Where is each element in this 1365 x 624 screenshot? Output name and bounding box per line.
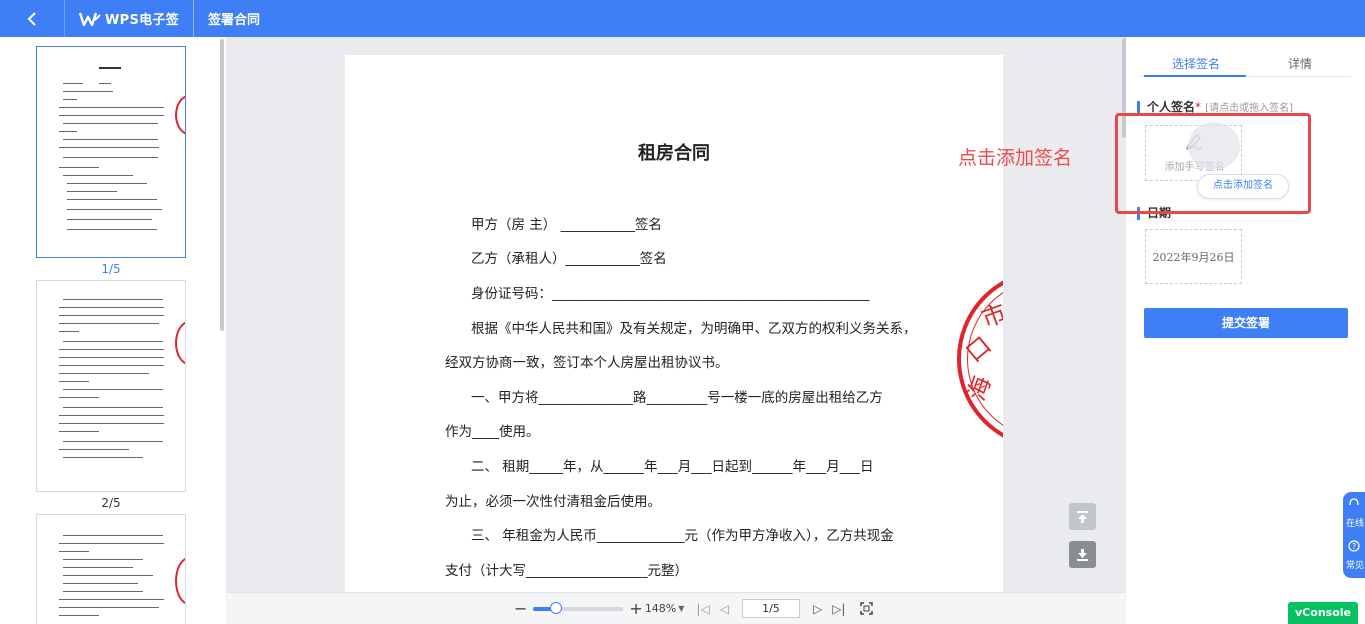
stamp-thumbnail: [175, 95, 185, 135]
tab-details[interactable]: 详情: [1288, 55, 1312, 72]
tab-select-signature[interactable]: 选择签名: [1172, 55, 1220, 72]
scroll-to-top-button[interactable]: [1069, 503, 1096, 530]
document-page: 租房合同 甲方（房 主） ___________签名 乙方（承租人）______…: [345, 55, 1003, 592]
thumbnail-sidebar: 1/5 2/5: [0, 37, 226, 624]
required-mark: *: [1195, 100, 1202, 114]
document-viewer: 租房合同 甲方（房 主） ___________签名 乙方（承租人）______…: [226, 37, 1126, 592]
thumbnail-page-3[interactable]: [36, 514, 186, 624]
faq-label: 常见: [1346, 561, 1365, 571]
wps-logo: WPS电子签: [79, 0, 195, 37]
headset-icon: [1349, 498, 1359, 506]
fullscreen-icon[interactable]: [860, 602, 874, 615]
thumbnail-scrollbar[interactable]: [220, 39, 224, 331]
doc-line-clause-3: 三、 年租金为人民币_____________元（作为甲方净收入），乙方共现金: [471, 528, 894, 544]
question-circle-icon: ?: [1348, 540, 1360, 552]
wps-logo-icon: [79, 12, 101, 26]
svg-text:?: ?: [1352, 542, 1356, 551]
thumbnail-page-2[interactable]: [36, 280, 186, 492]
zoom-out-button[interactable]: −: [514, 600, 527, 617]
zoom-slider[interactable]: [533, 601, 624, 614]
zoom-dropdown-icon[interactable]: ▼: [678, 604, 684, 613]
zoom-in-button[interactable]: +: [629, 600, 642, 617]
prev-page-button[interactable]: ◁: [720, 602, 729, 616]
arrow-down-to-line-icon: [1077, 548, 1088, 561]
thumbnail-label-2: 2/5: [101, 496, 121, 510]
doc-line-preamble-cont: 经双方协商一致，签订本个人房屋出租协议书。: [445, 355, 729, 371]
doc-line-tenant: 乙方（承租人）___________签名: [471, 251, 667, 267]
help-float-widget[interactable]: 在线 ? 常见: [1343, 492, 1365, 578]
document-title: 租房合同: [638, 143, 710, 164]
stamp-thumbnail: [175, 321, 185, 365]
active-tab-indicator: [1144, 75, 1246, 77]
app-header: WPS电子签 签署合同: [0, 0, 1365, 37]
doc-line-clause-3-cont: 支付（计大写__________________元整）: [445, 563, 688, 579]
doc-line-clause-2-cont: 为止，必须一次性付清租金后使用。: [445, 494, 661, 510]
first-page-button[interactable]: |◁: [696, 602, 709, 616]
panel-tabs: 选择签名 详情: [1140, 37, 1351, 77]
doc-line-clause-1-cont: 作为____使用。: [445, 424, 540, 440]
doc-line-clause-1: 一、甲方将______________路_________号一楼一底的房屋出租给…: [471, 390, 883, 406]
vconsole-button[interactable]: vConsole: [1288, 602, 1358, 624]
scroll-to-bottom-button[interactable]: [1069, 541, 1096, 568]
personal-signature-title: 个人签名: [1147, 100, 1196, 114]
arrow-up-to-line-icon: [1077, 510, 1088, 523]
submit-sign-button[interactable]: 提交签署: [1144, 308, 1348, 338]
online-service-label: 在线: [1346, 519, 1365, 529]
doc-line-preamble: 根据《中华人民共和国》及有关规定，为明确甲、乙双方的权利义务关系，: [471, 321, 917, 337]
chevron-left-icon: [27, 11, 36, 26]
thumbnail-page-1[interactable]: [36, 46, 186, 258]
page-number-input[interactable]: [741, 599, 800, 618]
page-title: 签署合同: [208, 13, 261, 28]
date-field[interactable]: 2022年9月26日: [1145, 229, 1242, 284]
back-button[interactable]: [0, 0, 65, 37]
zoom-slider-handle[interactable]: [549, 601, 562, 614]
doc-line-id-number: 身份证号码：__________________________________…: [471, 286, 870, 302]
next-page-button[interactable]: ▷: [813, 602, 822, 616]
doc-line-landlord: 甲方（房 主） ___________签名: [471, 217, 662, 233]
logo-text: WPS电子签: [105, 13, 180, 28]
stamp-thumbnail: [175, 557, 185, 605]
click-add-signature-hint: 点击添加签名: [958, 147, 1073, 169]
zoom-level[interactable]: 148%: [645, 602, 676, 615]
doc-line-clause-2: 二、 租期_____年，从______年___月___日起到______年___…: [471, 459, 874, 475]
zoom-toolbar: − + 148% ▼ |◁ ◁ ▷ ▷|: [226, 592, 1126, 624]
highlight-frame: [1115, 113, 1311, 214]
last-page-button[interactable]: ▷|: [832, 602, 845, 616]
thumbnail-label-1: 1/5: [101, 262, 121, 276]
